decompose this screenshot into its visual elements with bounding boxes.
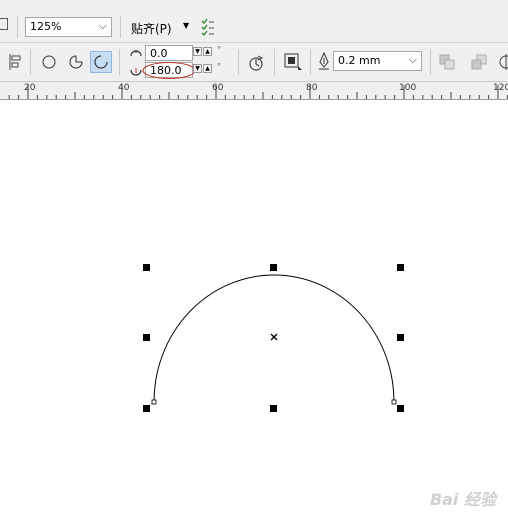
end-angle-down[interactable]: ▼ — [193, 64, 202, 73]
selection-handle-top[interactable] — [270, 264, 277, 271]
ruler-label: 60 — [212, 83, 224, 93]
selection-handle-bottom-left[interactable] — [143, 405, 150, 412]
standard-toolbar: 125% ⌵ 贴齐(P) ▼ — [0, 12, 508, 43]
end-angle-up[interactable]: ▲ — [203, 64, 212, 73]
toolbar-divider — [430, 49, 431, 75]
direction-toggle-icon[interactable] — [246, 53, 266, 73]
snap-options-icon[interactable] — [199, 18, 215, 36]
toolbar-divider — [274, 49, 275, 75]
chevron-down-icon: ⌵ — [98, 19, 107, 32]
selection-handle-bottom[interactable] — [270, 405, 277, 412]
selection-handle-top-right[interactable] — [397, 264, 404, 271]
page-icon[interactable] — [0, 18, 8, 30]
toolbar-divider — [310, 49, 311, 75]
wrap-text-icon[interactable] — [282, 52, 304, 72]
highlight-ellipse — [142, 62, 196, 79]
start-angle-icon — [130, 50, 142, 57]
to-front-icon[interactable] — [438, 53, 456, 71]
arc-icon — [94, 55, 108, 69]
toolbar-divider — [17, 16, 18, 38]
convert-icon[interactable] — [497, 53, 508, 71]
ruler-label: 40 — [118, 83, 130, 93]
horizontal-ruler[interactable]: 20 40 60 80 100 120 — [0, 82, 508, 100]
outline-pen-icon — [319, 52, 329, 70]
zoom-combo[interactable]: 125% ⌵ — [25, 17, 112, 37]
toolbar-divider — [120, 16, 121, 38]
arc-mode-button[interactable] — [90, 51, 112, 73]
arc-shape[interactable] — [0, 100, 508, 520]
selection-handle-left[interactable] — [143, 334, 150, 341]
degree-symbol-icon: ° — [217, 45, 221, 54]
zoom-value: 125% — [30, 20, 62, 33]
ruler-ticks — [8, 85, 508, 99]
to-back-icon[interactable] — [470, 53, 488, 71]
chevron-down-icon: ⌵ — [408, 53, 417, 66]
toolbar-divider — [30, 49, 31, 75]
watermark-logo: Bai 经验 — [429, 490, 496, 509]
start-angle-value: 0.0 — [150, 47, 168, 60]
ellipse-icon — [42, 55, 56, 69]
selection-handle-right[interactable] — [397, 334, 404, 341]
outline-width-value: 0.2 mm — [338, 54, 381, 67]
snap-dropdown-arrow-icon[interactable]: ▼ — [183, 21, 189, 30]
ruler-label: 120 — [493, 83, 508, 93]
snap-menu-label[interactable]: 贴齐(P) — [131, 20, 172, 37]
drawing-canvas[interactable] — [0, 100, 508, 520]
ellipse-mode-button[interactable] — [38, 51, 60, 73]
degree-symbol-icon: ° — [217, 62, 221, 71]
ruler-label: 20 — [24, 83, 36, 93]
start-angle-input[interactable]: 0.0 — [145, 45, 193, 61]
outline-width-combo[interactable]: 0.2 mm ⌵ — [333, 51, 422, 71]
selection-handle-bottom-right[interactable] — [397, 405, 404, 412]
ruler-label: 100 — [399, 83, 417, 93]
toolbar-divider — [238, 49, 239, 75]
pie-icon — [69, 55, 83, 69]
selection-handle-top-left[interactable] — [143, 264, 150, 271]
ruler-label: 80 — [306, 83, 318, 93]
property-bar: 0.0 ▼ ▲ 180.0 ▼ ▲ ° ° 0.2 mm ⌵ — [0, 43, 508, 82]
align-icon[interactable] — [6, 53, 22, 71]
toolbar-divider — [119, 49, 120, 75]
start-angle-down[interactable]: ▼ — [193, 47, 202, 56]
pie-mode-button[interactable] — [65, 51, 87, 73]
start-angle-up[interactable]: ▲ — [203, 47, 212, 56]
